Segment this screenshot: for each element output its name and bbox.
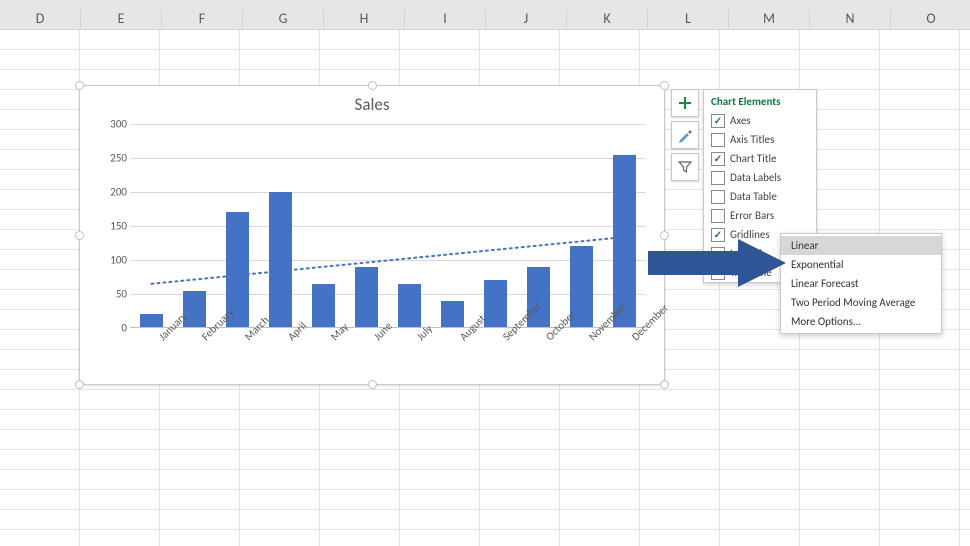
chart-side-buttons [671,89,697,181]
checkbox[interactable] [711,266,725,280]
resize-handle[interactable] [75,380,84,389]
y-tick-label: 50 [94,288,127,301]
column-header[interactable]: G [243,9,324,29]
checkbox[interactable] [711,133,725,147]
chart-elements-item[interactable]: Error Bars [704,206,816,225]
resize-handle[interactable] [660,231,669,240]
chart-object[interactable]: Sales 050100150200250300 JanuaryFebruary… [79,85,665,385]
y-tick-label: 100 [94,254,127,267]
checkbox[interactable] [711,209,725,223]
chart-elements-title: Chart Elements [704,90,816,111]
checkbox[interactable] [711,228,725,242]
chart-elements-item-label: Chart Title [730,152,813,165]
y-axis: 050100150200250300 [94,124,127,328]
checkbox[interactable] [711,152,725,166]
chart-filters-button[interactable] [671,153,699,181]
column-header[interactable]: J [486,9,567,29]
x-axis-labels: JanuaryFebruaryMarchAprilMayJuneJulyAugu… [130,328,646,384]
y-tick-label: 300 [94,118,127,131]
column-header[interactable]: M [729,9,810,29]
chart-title[interactable]: Sales [80,86,664,120]
chart-elements-item-label: Axis Titles [730,133,813,146]
bar[interactable] [140,314,164,328]
chart-elements-item-label: Axes [730,114,813,127]
trendline-option[interactable]: Two Period Moving Average [781,293,941,312]
column-header[interactable]: I [405,9,486,29]
bar[interactable] [398,284,422,328]
column-header[interactable]: K [567,9,648,29]
chart-elements-item[interactable]: Chart Title [704,149,816,168]
chart-elements-item-label: Error Bars [730,209,813,222]
chart-elements-item[interactable]: Axis Titles [704,130,816,149]
checkbox[interactable] [711,247,725,261]
funnel-icon [677,159,693,175]
checkbox[interactable] [711,114,725,128]
bar[interactable] [355,267,379,328]
bar-series[interactable] [130,124,646,328]
checkbox[interactable] [711,190,725,204]
column-header[interactable]: E [81,9,162,29]
column-header[interactable]: D [0,9,81,29]
plus-icon [677,95,693,111]
spreadsheet-grid[interactable]: DEFGHIJKLMNO Sales 050100150200250300 Ja… [0,9,970,546]
bar[interactable] [441,301,465,328]
checkbox[interactable] [711,171,725,185]
resize-handle[interactable] [75,231,84,240]
bar[interactable] [269,192,293,328]
trendline-submenu[interactable]: LinearExponentialLinear ForecastTwo Peri… [780,233,942,334]
chart-elements-item-label: Data Table [730,190,813,203]
chart-elements-item[interactable]: Data Table [704,187,816,206]
trendline-option[interactable]: Linear [781,236,941,255]
chart-elements-item[interactable]: Axes [704,111,816,130]
resize-handle[interactable] [660,81,669,90]
chart-elements-item-label: Data Labels [730,171,813,184]
resize-handle[interactable] [368,81,377,90]
x-tick-label: July [414,322,451,359]
trendline-option[interactable]: More Options... [781,312,941,331]
brush-icon [677,127,693,143]
y-tick-label: 200 [94,186,127,199]
chart-styles-button[interactable] [671,121,699,149]
column-header[interactable]: H [324,9,405,29]
column-header[interactable]: O [891,9,970,29]
plot-area[interactable]: 050100150200250300 [130,124,646,328]
column-header[interactable]: N [810,9,891,29]
chart-elements-item[interactable]: Data Labels [704,168,816,187]
y-tick-label: 150 [94,220,127,233]
bar[interactable] [312,284,336,328]
resize-handle[interactable] [75,81,84,90]
column-header[interactable]: L [648,9,729,29]
column-headers-row: DEFGHIJKLMNO [0,9,970,30]
trendline-option[interactable]: Exponential [781,255,941,274]
trendline-option[interactable]: Linear Forecast [781,274,941,293]
chart-elements-button[interactable] [671,89,699,117]
y-tick-label: 0 [94,322,127,335]
resize-handle[interactable] [660,380,669,389]
y-tick-label: 250 [94,152,127,165]
column-header[interactable]: F [162,9,243,29]
